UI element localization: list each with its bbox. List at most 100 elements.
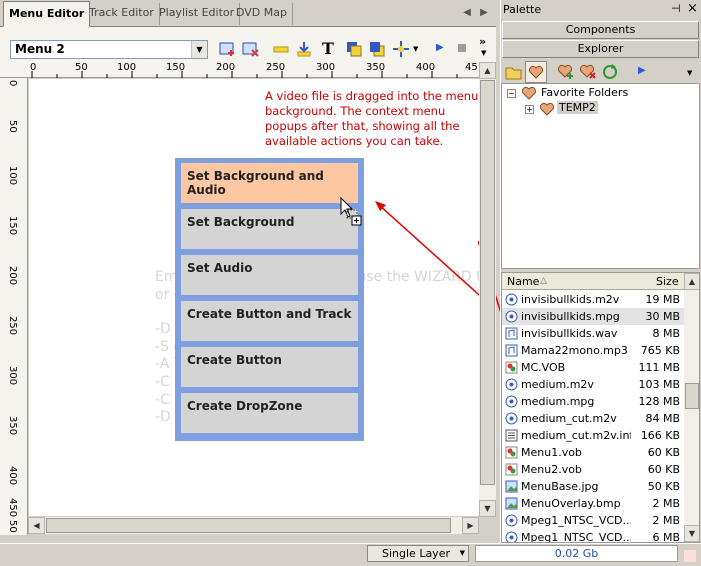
file-name: MC.VOB (521, 361, 566, 374)
menu-item-create-button[interactable]: Create Button (181, 347, 358, 387)
tab-scroll-left-icon[interactable]: ◀ (461, 7, 473, 18)
file-name: invisibullkids.mpg (521, 310, 620, 323)
disk-usage-gauge: 0.02 Gb (475, 545, 678, 562)
menu-item-set-background-and-audio[interactable]: Set Background and Audio (181, 163, 358, 203)
components-button[interactable]: Components (502, 21, 699, 39)
favorites-toggle[interactable] (525, 61, 547, 83)
file-name: medium.m2v (521, 378, 594, 391)
tab-track-editor[interactable]: Track Editor (84, 3, 160, 25)
file-list-scroll-thumb[interactable] (685, 383, 699, 409)
dropzone-icon[interactable] (294, 39, 314, 59)
canvas-vertical-scrollbar[interactable]: ▲ ▼ (479, 62, 496, 517)
file-row[interactable]: Mpeg1_NTSC_VCD.... 6 MB (502, 529, 684, 543)
file-row[interactable]: medium_cut.m2v.info 166 KB (502, 427, 684, 444)
remove-favorite-icon[interactable] (579, 63, 597, 81)
collapse-icon[interactable]: − (507, 89, 516, 98)
file-row[interactable]: MenuBase.jpg 50 KB (502, 478, 684, 495)
tab-dvd-map[interactable]: DVD Map (231, 3, 293, 25)
scroll-down-icon[interactable]: ▼ (479, 500, 496, 517)
close-icon[interactable]: × (687, 1, 698, 16)
file-row[interactable]: Menu2.vob 60 KB (502, 461, 684, 478)
toolbar-overflow-down-icon[interactable]: ▼ (687, 69, 692, 77)
menu-canvas[interactable]: Empty menu. You can either use the WIZAR… (29, 79, 479, 516)
palette-title: Palette (503, 3, 542, 16)
file-row[interactable]: invisibullkids.m2v 19 MB (502, 291, 684, 308)
scroll-up-icon[interactable]: ▲ (684, 273, 699, 290)
tab-scroll-right-icon[interactable]: ▶ (478, 7, 490, 18)
vob-file-icon (505, 463, 518, 476)
scroll-right-icon[interactable]: ▶ (462, 517, 479, 534)
ruler-vertical: 0 50 100 150 200 250 300 350 400 450 50 (0, 78, 28, 535)
ruler-tick-label: 50 (7, 520, 18, 533)
scroll-down-icon[interactable]: ▼ (684, 525, 699, 542)
open-folder-icon[interactable] (505, 63, 523, 81)
align-icon[interactable] (391, 39, 411, 59)
tab-playlist-editor[interactable]: Playlist Editor (154, 3, 241, 25)
layer-select[interactable]: Single Layer ▼ (367, 545, 469, 562)
vob-file-icon (505, 361, 518, 374)
file-row[interactable]: invisibullkids.mpg 30 MB (502, 308, 684, 325)
scroll-up-icon[interactable]: ▲ (479, 62, 496, 79)
menu-select[interactable]: Menu 2 ▼ (10, 40, 208, 59)
ruler-tick-label: 50 (7, 120, 18, 133)
file-name: Mama22mono.mp3 (521, 344, 628, 357)
file-row[interactable]: MenuOverlay.bmp 2 MB (502, 495, 684, 512)
file-size: 6 MB (652, 531, 680, 543)
file-row[interactable]: medium_cut.m2v 84 MB (502, 410, 684, 427)
chevron-down-icon[interactable]: ▼ (460, 549, 465, 557)
ruler-tick-label: 250 (7, 316, 18, 336)
delete-button-icon[interactable] (241, 39, 261, 59)
chevron-down-icon[interactable]: ▼ (191, 41, 207, 58)
ruler-horizontal: 0 50 100 150 200 250 300 350 400 45 (0, 61, 496, 78)
file-row[interactable]: invisibullkids.wav 8 MB (502, 325, 684, 342)
scroll-left-icon[interactable]: ◀ (28, 517, 45, 534)
highlight-icon[interactable] (271, 39, 291, 59)
tab-menu-editor[interactable]: Menu Editor (3, 1, 91, 27)
toolbar-overflow-icon[interactable]: » (479, 35, 486, 48)
explorer-button[interactable]: Explorer (502, 40, 699, 58)
layer-select-value: Single Layer (382, 547, 450, 560)
file-row[interactable]: MC.VOB 111 MB (502, 359, 684, 376)
pin-icon[interactable]: ⊣ (671, 2, 681, 15)
file-list-scrollbar[interactable]: ▲ ▼ (684, 273, 699, 542)
play-icon[interactable]: ▶ (638, 65, 646, 76)
drag-cursor-icon (340, 197, 362, 226)
expand-icon[interactable]: + (525, 105, 534, 114)
file-row[interactable]: medium.mpg 128 MB (502, 393, 684, 410)
annotation-note: A video file is dragged into the menu ba… (265, 89, 479, 148)
text-tool-icon[interactable]: T (318, 39, 338, 59)
menu-toolbar: Menu 2 ▼ T ▼ ▶ » ▼ (0, 27, 496, 61)
file-row[interactable]: medium.m2v 103 MB (502, 376, 684, 393)
file-row[interactable]: Menu1.vob 60 KB (502, 444, 684, 461)
vertical-scroll-thumb[interactable] (480, 80, 495, 485)
refresh-icon[interactable] (601, 63, 619, 81)
bring-forward-icon[interactable] (344, 39, 364, 59)
video-file-icon (505, 378, 518, 391)
column-header-size[interactable]: Size (656, 275, 679, 288)
send-backward-icon[interactable] (367, 39, 387, 59)
palette-title-bar: Palette ⊣ × (501, 1, 701, 19)
stop-icon[interactable] (458, 44, 466, 52)
video-file-icon (505, 293, 518, 306)
menu-item-set-audio[interactable]: Set Audio (181, 255, 358, 295)
play-icon[interactable]: ▶ (436, 42, 444, 53)
file-row[interactable]: Mpeg1_NTSC_VCD.... 2 MB (502, 512, 684, 529)
align-dropdown-icon[interactable]: ▼ (413, 45, 418, 53)
heart-folder-icon (539, 102, 555, 116)
file-row[interactable]: Mama22mono.mp3 765 KB (502, 342, 684, 359)
horizontal-scroll-thumb[interactable] (46, 518, 451, 533)
menu-item-set-background[interactable]: Set Background (181, 209, 358, 249)
column-header-name[interactable]: Name (507, 275, 539, 288)
file-size: 19 MB (645, 293, 680, 306)
audio-file-icon (505, 344, 518, 357)
canvas-horizontal-scrollbar[interactable]: ◀ ▶ (28, 517, 479, 534)
add-button-icon[interactable] (218, 39, 238, 59)
file-name: medium_cut.m2v (521, 412, 617, 425)
menu-item-create-dropzone[interactable]: Create DropZone (181, 393, 358, 433)
toolbar-overflow-down-icon[interactable]: ▼ (481, 49, 486, 57)
file-size: 30 MB (645, 310, 680, 323)
menu-item-create-button-and-track[interactable]: Create Button and Track (181, 301, 358, 341)
menu-select-value: Menu 2 (15, 42, 65, 56)
file-name: MenuOverlay.bmp (521, 497, 621, 510)
add-favorite-icon[interactable] (557, 63, 575, 81)
